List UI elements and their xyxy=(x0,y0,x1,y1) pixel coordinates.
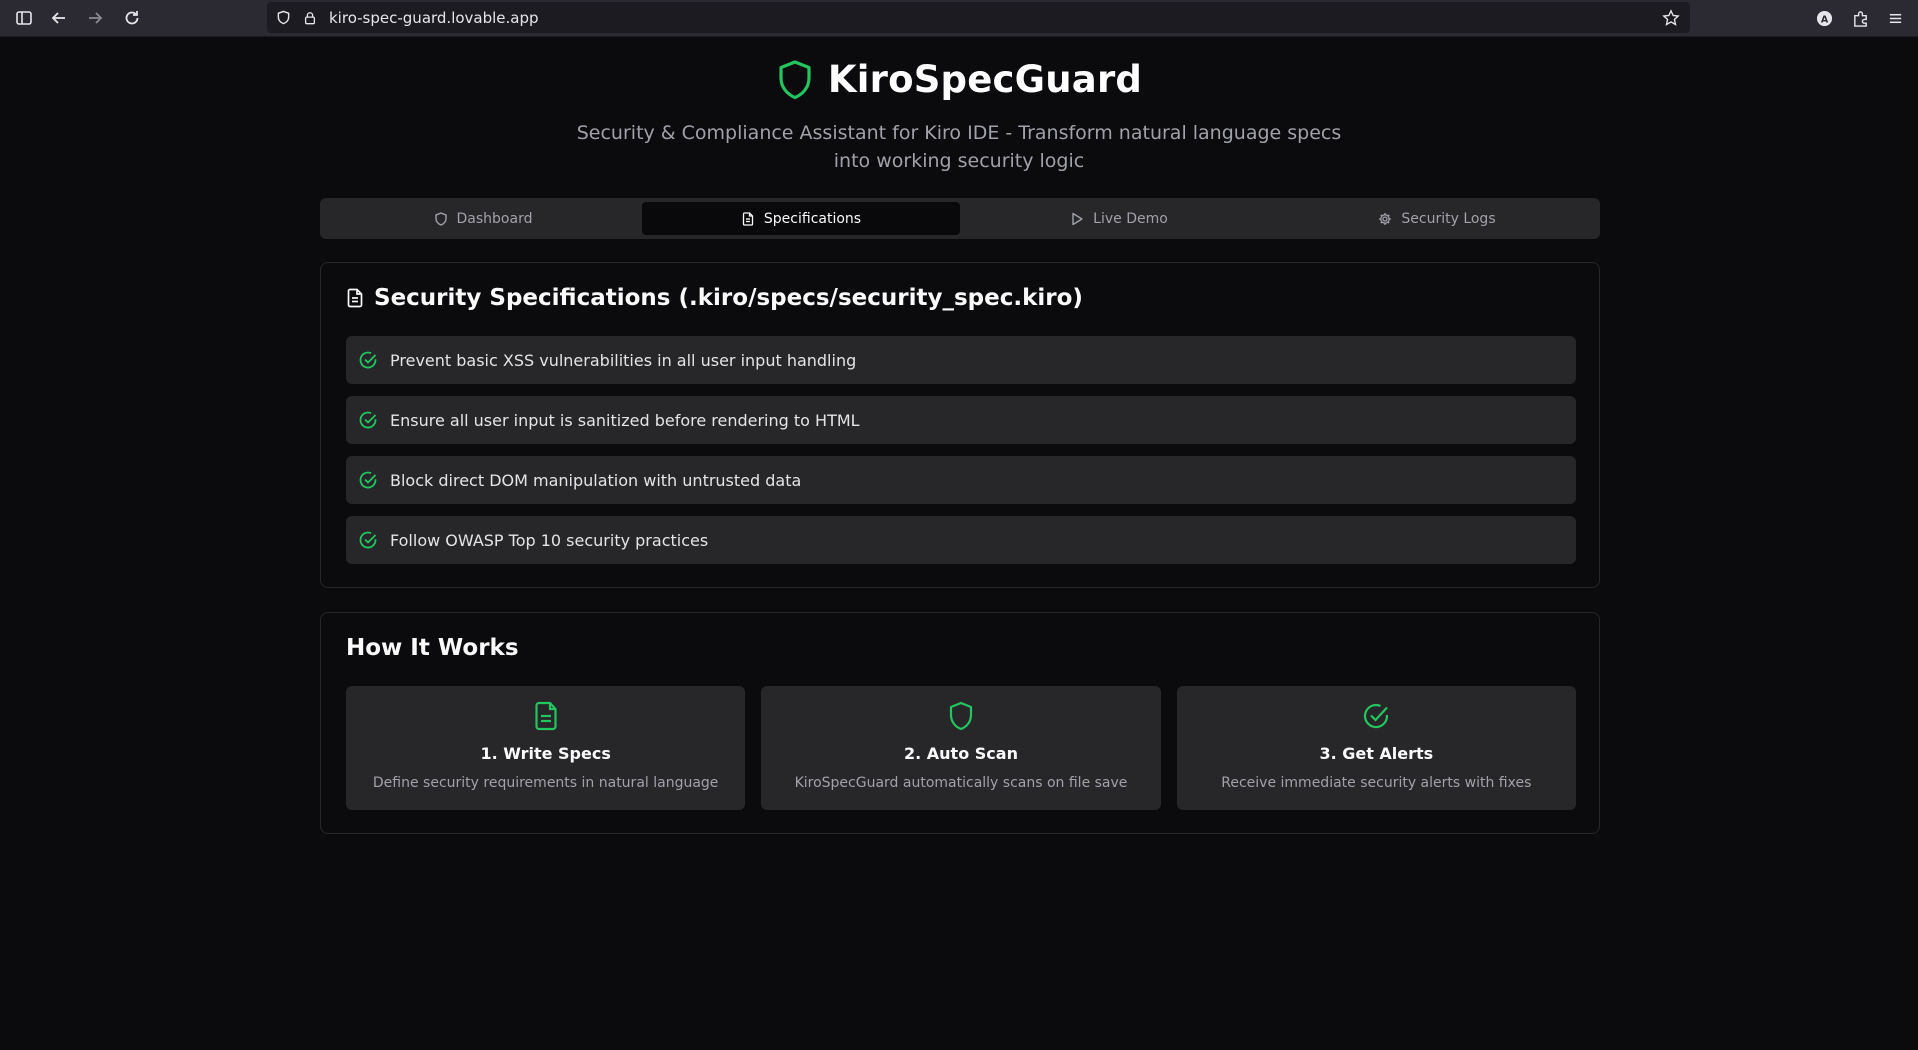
spec-list: Prevent basic XSS vulnerabilities in all… xyxy=(346,336,1576,576)
account-avatar-icon[interactable]: A xyxy=(1813,7,1835,29)
step-get-alerts: 3. Get Alerts Receive immediate security… xyxy=(1176,686,1576,810)
specs-title-text: Security Specifications (.kiro/specs/sec… xyxy=(374,285,1083,311)
step-write-specs: 1. Write Specs Define security requireme… xyxy=(346,686,746,810)
step-desc: Define security requirements in natural … xyxy=(372,775,719,791)
reload-icon[interactable] xyxy=(120,6,144,30)
page-title: KiroSpecGuard xyxy=(827,58,1143,101)
browser-toolbar: kiro-spec-guard.lovable.app A xyxy=(0,0,1918,37)
step-title: 2. Auto Scan xyxy=(904,744,1018,763)
check-circle-icon xyxy=(359,531,377,549)
tab-label: Specifications xyxy=(763,210,862,227)
spec-text: Prevent basic XSS vulnerabilities in all… xyxy=(390,350,857,370)
spec-text: Ensure all user input is sanitized befor… xyxy=(390,410,860,430)
document-icon xyxy=(742,211,754,226)
lock-icon[interactable] xyxy=(301,9,318,26)
check-circle-icon xyxy=(359,411,377,429)
page-header: KiroSpecGuard Security & Compliance Assi… xyxy=(0,58,1918,175)
step-title: 1. Write Specs xyxy=(480,744,611,763)
bookmark-star-icon[interactable] xyxy=(1661,8,1681,28)
document-icon xyxy=(347,288,363,308)
step-desc: Receive immediate security alerts with f… xyxy=(1221,775,1532,791)
list-item: Ensure all user input is sanitized befor… xyxy=(346,396,1576,444)
back-icon[interactable] xyxy=(47,6,71,30)
page-subtitle: Security & Compliance Assistant for Kiro… xyxy=(576,122,1342,172)
check-circle-icon xyxy=(1364,703,1389,729)
step-auto-scan: 2. Auto Scan KiroSpecGuard automatically… xyxy=(761,686,1161,810)
how-it-works-card: How It Works 1. Write Specs Define secur… xyxy=(320,612,1600,834)
document-icon xyxy=(535,701,557,731)
play-icon xyxy=(1072,212,1083,225)
menu-icon[interactable] xyxy=(1884,7,1906,29)
sidebar-toggle-icon[interactable] xyxy=(12,6,36,30)
check-circle-icon xyxy=(359,351,377,369)
account-initial: A xyxy=(1820,14,1828,25)
shield-icon xyxy=(949,701,973,731)
tab-security-logs[interactable]: Security Logs xyxy=(1278,202,1596,235)
extensions-icon[interactable] xyxy=(1849,7,1871,29)
url-text[interactable]: kiro-spec-guard.lovable.app xyxy=(329,9,539,27)
check-circle-icon xyxy=(359,471,377,489)
brand: KiroSpecGuard xyxy=(0,58,1918,101)
tab-live-demo[interactable]: Live Demo xyxy=(960,202,1278,235)
tab-label: Dashboard xyxy=(456,210,533,227)
steps: 1. Write Specs Define security requireme… xyxy=(346,686,1576,810)
list-item: Prevent basic XSS vulnerabilities in all… xyxy=(346,336,1576,384)
spec-text: Block direct DOM manipulation with untru… xyxy=(390,470,802,490)
list-item: Follow OWASP Top 10 security practices xyxy=(346,516,1576,564)
security-specifications-card: Security Specifications (.kiro/specs/sec… xyxy=(320,262,1600,588)
address-bar[interactable]: kiro-spec-guard.lovable.app xyxy=(267,2,1690,33)
tab-label: Live Demo xyxy=(1093,210,1168,227)
forward-icon[interactable] xyxy=(83,6,107,30)
gear-icon xyxy=(1379,212,1392,225)
spec-text: Follow OWASP Top 10 security practices xyxy=(390,530,709,550)
step-desc: KiroSpecGuard automatically scans on fil… xyxy=(794,775,1128,791)
specs-card-title: Security Specifications (.kiro/specs/sec… xyxy=(346,285,1083,311)
tab-specifications[interactable]: Specifications xyxy=(642,202,960,235)
main-tabs: Dashboard Specifications Live Demo Secur… xyxy=(320,198,1600,239)
tab-dashboard[interactable]: Dashboard xyxy=(324,202,642,235)
tracking-shield-icon[interactable] xyxy=(275,9,292,26)
step-title: 3. Get Alerts xyxy=(1319,744,1434,763)
how-card-title: How It Works xyxy=(346,635,519,661)
shield-icon xyxy=(434,211,447,226)
shield-logo-icon xyxy=(779,59,811,99)
list-item: Block direct DOM manipulation with untru… xyxy=(346,456,1576,504)
tab-label: Security Logs xyxy=(1401,210,1496,227)
